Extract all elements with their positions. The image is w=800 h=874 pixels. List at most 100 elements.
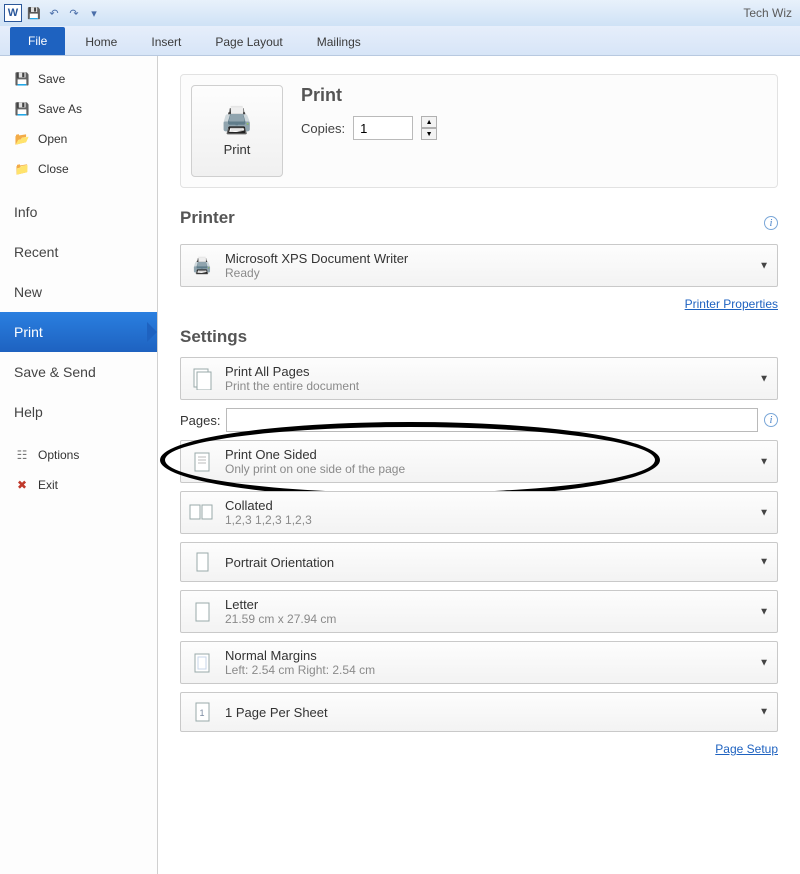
sidebar-exit[interactable]: ✖ Exit [0, 470, 157, 500]
exit-icon: ✖ [14, 477, 30, 493]
printer-status: Ready [225, 266, 408, 280]
printer-icon: 🖨️ [221, 105, 253, 136]
sidebar-open[interactable]: 📂 Open [0, 124, 157, 154]
backstage-content: 🖨️ Print Print Copies: ▲ ▼ Printer i [158, 56, 800, 874]
svg-text:1: 1 [199, 708, 204, 718]
print-button-label: Print [224, 142, 251, 157]
tab-home[interactable]: Home [71, 29, 131, 55]
print-range-sub: Print the entire document [225, 379, 359, 393]
margins-icon [189, 650, 215, 676]
document-title: Tech Wiz [743, 6, 796, 20]
qat-undo-icon[interactable]: ↶ [46, 5, 62, 21]
sidebar-options[interactable]: ☷ Options [0, 440, 157, 470]
collation-sub: 1,2,3 1,2,3 1,2,3 [225, 513, 312, 527]
settings-section-heading: Settings [180, 327, 778, 347]
folder-open-icon: 📂 [14, 131, 30, 147]
pages-per-sheet-selector[interactable]: 1 1 Page Per Sheet ▼ [180, 692, 778, 732]
chevron-down-icon: ▼ [759, 456, 769, 467]
one-sided-icon [189, 449, 215, 475]
print-heading: Print [301, 85, 437, 106]
sidebar-item-label: Save [38, 72, 65, 86]
orientation-title: Portrait Orientation [225, 555, 334, 570]
printer-selector[interactable]: 🖨️ Microsoft XPS Document Writer Ready ▼ [180, 244, 778, 287]
chevron-down-icon: ▼ [759, 557, 769, 568]
tab-insert[interactable]: Insert [137, 29, 195, 55]
print-range-selector[interactable]: Print All Pages Print the entire documen… [180, 357, 778, 400]
printer-properties-link[interactable]: Printer Properties [685, 297, 778, 311]
sidebar-new[interactable]: New [0, 272, 157, 312]
sidebar-help[interactable]: Help [0, 392, 157, 432]
options-icon: ☷ [14, 447, 30, 463]
sidebar-item-label: Recent [14, 244, 58, 260]
tab-file[interactable]: File [10, 27, 65, 55]
sidebar-item-label: Info [14, 204, 37, 220]
chevron-down-icon: ▼ [759, 507, 769, 518]
sidebar-info[interactable]: Info [0, 192, 157, 232]
tab-page-layout[interactable]: Page Layout [201, 29, 296, 55]
qat-redo-icon[interactable]: ↷ [66, 5, 82, 21]
pages-label: Pages: [180, 413, 220, 428]
sidebar-recent[interactable]: Recent [0, 232, 157, 272]
chevron-down-icon: ▼ [759, 606, 769, 617]
margins-sub: Left: 2.54 cm Right: 2.54 cm [225, 663, 375, 677]
qat-save-icon[interactable]: 💾 [26, 5, 42, 21]
printer-name: Microsoft XPS Document Writer [225, 251, 408, 266]
copies-label: Copies: [301, 121, 345, 136]
copies-spinner: ▲ ▼ [421, 116, 437, 140]
collation-selector[interactable]: Collated 1,2,3 1,2,3 1,2,3 ▼ [180, 491, 778, 534]
word-app-icon: W [4, 4, 22, 22]
copies-input[interactable] [353, 116, 413, 140]
tab-mailings[interactable]: Mailings [303, 29, 375, 55]
sidebar-item-label: Save As [38, 102, 82, 116]
chevron-down-icon: ▼ [759, 657, 769, 668]
sides-title: Print One Sided [225, 447, 405, 462]
sidebar-print[interactable]: Print [0, 312, 157, 352]
orientation-selector[interactable]: Portrait Orientation ▼ [180, 542, 778, 582]
margins-selector[interactable]: Normal Margins Left: 2.54 cm Right: 2.54… [180, 641, 778, 684]
pages-per-sheet-icon: 1 [189, 699, 215, 725]
printer-info-icon[interactable]: i [764, 216, 778, 230]
print-button[interactable]: 🖨️ Print [191, 85, 283, 177]
page-setup-link[interactable]: Page Setup [715, 742, 778, 756]
save-icon: 💾 [14, 71, 30, 87]
print-header-block: 🖨️ Print Print Copies: ▲ ▼ [180, 74, 778, 188]
sidebar-close[interactable]: 📁Close [0, 154, 157, 184]
quick-access-toolbar: 💾 ↶ ↷ ▾ [26, 5, 102, 21]
pages-all-icon [189, 366, 215, 392]
chevron-down-icon: ▼ [759, 707, 769, 718]
copies-spin-down[interactable]: ▼ [421, 128, 437, 140]
pages-per-sheet-title: 1 Page Per Sheet [225, 705, 328, 720]
pages-input[interactable] [226, 408, 758, 432]
paper-size-selector[interactable]: Letter 21.59 cm x 27.94 cm ▼ [180, 590, 778, 633]
sidebar-item-label: Save & Send [14, 364, 96, 380]
sidebar-item-label: Exit [38, 478, 58, 492]
qat-customize-icon[interactable]: ▾ [86, 5, 102, 21]
ribbon-tabs: File Home Insert Page Layout Mailings [0, 26, 800, 56]
sidebar-item-label: Help [14, 404, 43, 420]
sidebar-item-label: Open [38, 132, 67, 146]
save-as-icon: 💾 [14, 101, 30, 117]
collation-title: Collated [225, 498, 312, 513]
printer-device-icon: 🖨️ [189, 253, 215, 279]
pages-info-icon[interactable]: i [764, 413, 778, 427]
print-range-title: Print All Pages [225, 364, 359, 379]
sidebar-item-label: Close [38, 162, 69, 176]
sidebar-item-label: Options [38, 448, 79, 462]
chevron-down-icon: ▼ [759, 373, 769, 384]
sidebar-item-label: New [14, 284, 42, 300]
sidebar-item-label: Print [14, 324, 43, 340]
title-bar: W 💾 ↶ ↷ ▾ Tech Wiz [0, 0, 800, 26]
sidebar-save[interactable]: 💾 Save [0, 64, 157, 94]
paper-size-icon [189, 599, 215, 625]
sidebar-save-as[interactable]: 💾 Save As [0, 94, 157, 124]
sides-sub: Only print on one side of the page [225, 462, 405, 476]
paper-size-title: Letter [225, 597, 336, 612]
portrait-icon [189, 549, 215, 575]
printer-section-heading: Printer [180, 208, 235, 228]
copies-spin-up[interactable]: ▲ [421, 116, 437, 128]
margins-title: Normal Margins [225, 648, 375, 663]
paper-size-sub: 21.59 cm x 27.94 cm [225, 612, 336, 626]
sidebar-save-send[interactable]: Save & Send [0, 352, 157, 392]
sides-selector[interactable]: Print One Sided Only print on one side o… [180, 440, 778, 483]
chevron-down-icon: ▼ [759, 260, 769, 271]
